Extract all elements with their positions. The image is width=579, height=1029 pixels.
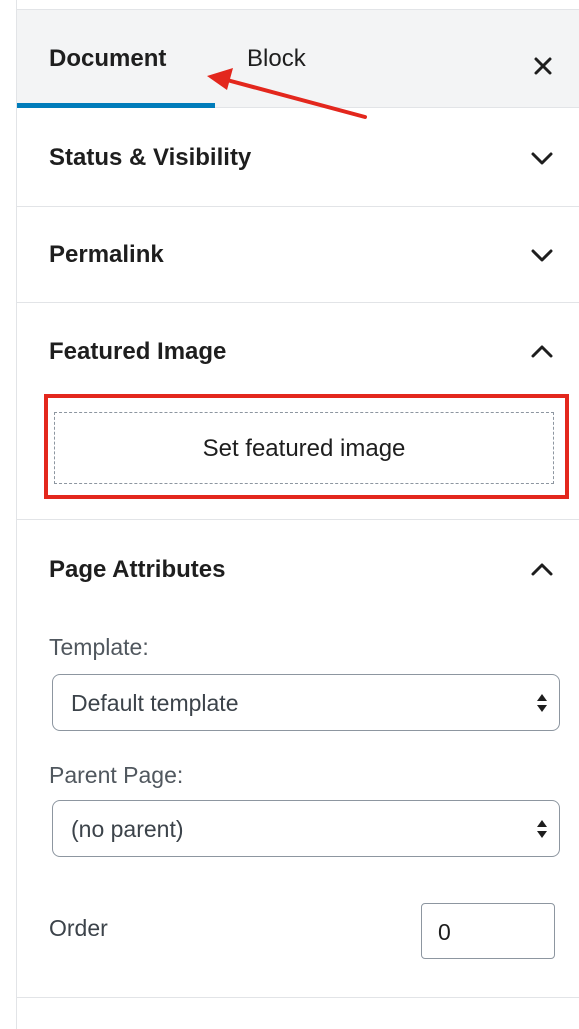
order-input-value: 0 [438, 919, 451, 945]
section-title[interactable]: Page Attributes [49, 555, 225, 585]
chevron-down-icon[interactable] [529, 145, 555, 171]
select-arrows-icon [537, 694, 547, 712]
parent-page-label: Parent Page: [49, 762, 184, 788]
select-arrows-icon [537, 820, 547, 838]
tab-document[interactable]: Document [49, 44, 166, 74]
section-title[interactable]: Permalink [49, 240, 164, 270]
section-featured-image: Featured Image Set featured image [17, 303, 579, 520]
section-permalink: Permalink [17, 207, 579, 303]
chevron-down-icon[interactable] [529, 242, 555, 268]
parent-page-select-value: (no parent) [71, 816, 184, 842]
template-select-value: Default template [71, 690, 239, 716]
order-label: Order [49, 915, 108, 941]
section-title[interactable]: Status & Visibility [49, 143, 251, 173]
chevron-up-icon[interactable] [529, 557, 555, 583]
tab-block[interactable]: Block [247, 44, 306, 74]
section-title[interactable]: Featured Image [49, 337, 226, 367]
chevron-up-icon[interactable] [529, 339, 555, 365]
section-page-attributes: Page Attributes Template: Default templa… [17, 520, 579, 998]
template-label: Template: [49, 634, 149, 660]
section-status-visibility: Status & Visibility [17, 108, 579, 207]
sidebar-tabs: Document Block [17, 10, 579, 108]
template-select[interactable]: Default template [52, 674, 560, 731]
parent-page-select[interactable]: (no parent) [52, 800, 560, 857]
settings-sidebar: Document Block Status & Visibility Perma… [17, 0, 579, 1029]
close-icon[interactable] [531, 54, 555, 78]
order-input[interactable]: 0 [421, 903, 555, 959]
set-featured-image-button[interactable]: Set featured image [54, 412, 554, 484]
